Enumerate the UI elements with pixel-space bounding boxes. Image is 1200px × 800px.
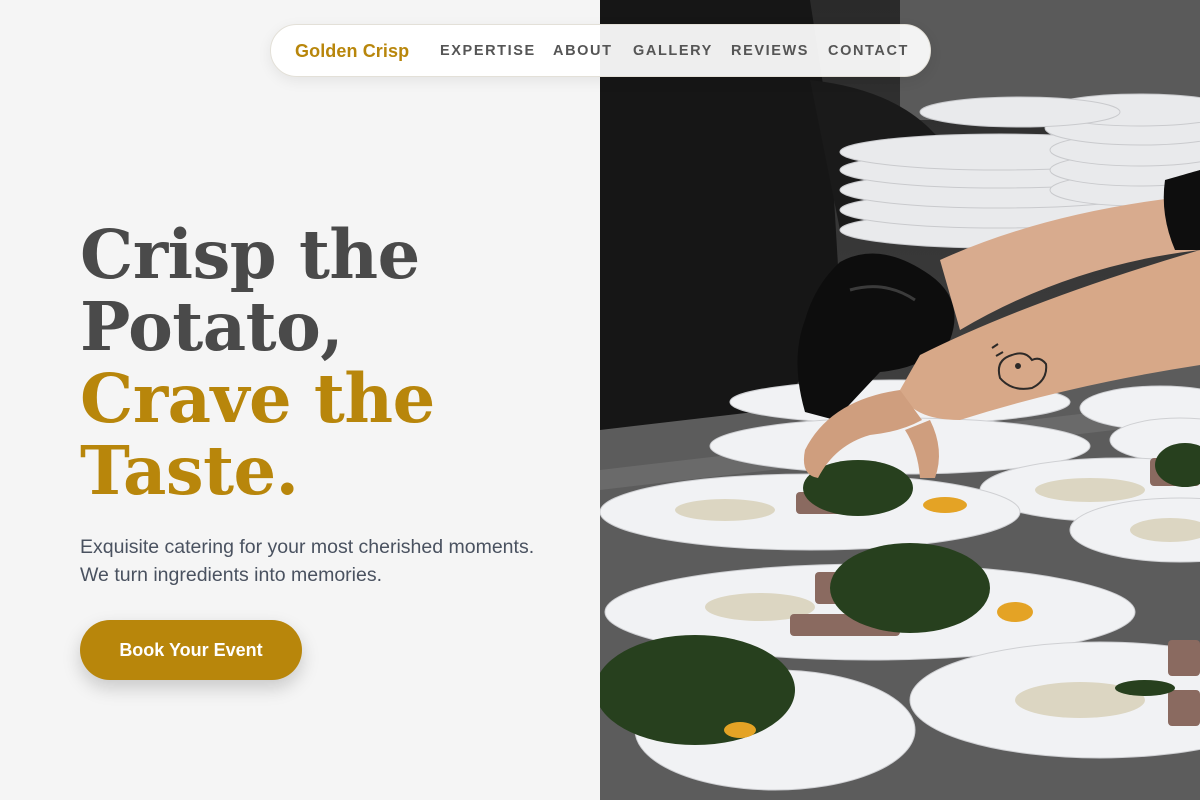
hero-subtitle: Exquisite catering for your most cherish… (80, 536, 535, 586)
headline-line-4: Taste. (80, 431, 299, 510)
nav-link-contact[interactable]: CONTACT (828, 43, 909, 59)
top-navbar: Golden Crisp EXPERTISE ABOUT GALLERY REV… (270, 24, 931, 77)
nav-link-expertise[interactable]: EXPERTISE (440, 43, 536, 59)
headline-line-1: Crisp the (80, 215, 420, 294)
book-event-button[interactable]: Book Your Event (80, 620, 302, 680)
nav-link-gallery[interactable]: GALLERY (633, 43, 713, 59)
hero-headline: Crisp the Potato, Crave the Taste. (80, 219, 560, 507)
headline-line-2: Potato, (80, 287, 344, 366)
nav-link-reviews[interactable]: REVIEWS (731, 43, 809, 59)
nav-link-about[interactable]: ABOUT (553, 43, 613, 59)
headline-line-3: Crave the (80, 359, 435, 438)
hero-photo (600, 0, 1200, 800)
brand-logo[interactable]: Golden Crisp (295, 41, 409, 62)
